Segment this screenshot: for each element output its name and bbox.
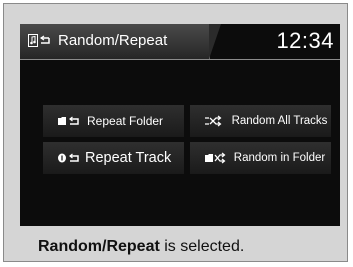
audio-screen: Random/Repeat 12:34 Repeat Folder Random… [20,24,340,226]
repeat-track-label: Repeat Track [85,150,172,166]
repeat-folder-button[interactable]: Repeat Folder [43,105,184,137]
screen-header: Random/Repeat 12:34 [20,24,340,60]
caption-rest: is selected. [159,238,245,255]
repeat-track-icon [58,153,79,163]
random-in-folder-label: Random in Folder [233,152,326,164]
random-folder-icon [205,152,226,164]
figure-frame: Random/Repeat 12:34 Repeat Folder Random… [3,3,348,262]
caption: Random/Repeat is selected. [38,238,244,256]
title-tab[interactable]: Random/Repeat [20,24,210,59]
music-repeat-icon [28,34,50,47]
random-all-tracks-label: Random All Tracks [231,115,328,127]
options-grid: Repeat Folder Random All Tracks Repeat T… [43,105,331,178]
random-all-tracks-button[interactable]: Random All Tracks [190,105,331,137]
random-all-icon [205,115,222,127]
repeat-track-button[interactable]: Repeat Track [43,142,184,174]
clock: 12:34 [276,28,334,53]
random-in-folder-button[interactable]: Random in Folder [190,142,331,174]
repeat-folder-icon [58,116,79,125]
screen-title: Random/Repeat [58,32,168,49]
tab-edge [209,24,221,59]
caption-bold: Random/Repeat [38,238,160,255]
repeat-folder-label: Repeat Folder [87,114,164,128]
